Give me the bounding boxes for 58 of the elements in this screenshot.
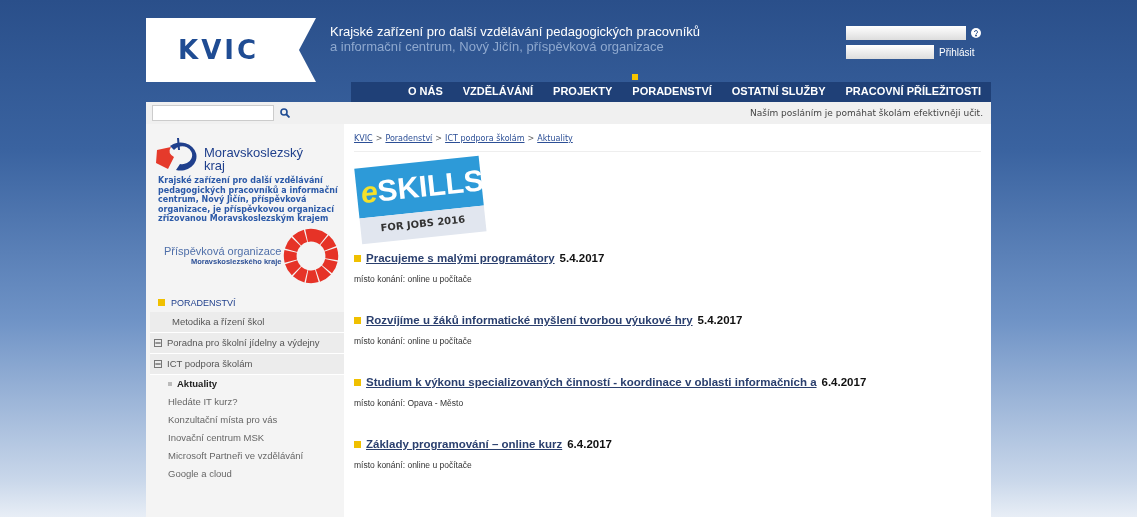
eskills-banner: e SKILLS FOR JOBS 2016 (354, 155, 487, 247)
breadcrumb-link[interactable]: Aktuality (537, 134, 573, 143)
nav-item[interactable]: PROJEKTY (543, 74, 623, 102)
help-icon[interactable] (971, 28, 981, 38)
submenu-item[interactable]: Aktuality (150, 374, 344, 393)
event-date: 6.4.2017 (821, 376, 867, 388)
submenu-item[interactable]: Google a cloud (150, 464, 344, 483)
organization-title: Krajské zařízení pro další vzdělávání pedagogických pracovníků (330, 24, 701, 39)
event-link[interactable]: Pracujeme s malými programátory (366, 252, 555, 264)
event-place: místo konání: online u počítače (354, 274, 473, 284)
bullet-icon (354, 316, 361, 324)
nav-item[interactable]: O NÁS (397, 74, 453, 102)
search-field[interactable] (152, 105, 274, 121)
nav-item[interactable]: PORADENSTVÍ (622, 74, 722, 102)
bullet-icon (354, 440, 361, 448)
event-link[interactable]: Studium k výkonu specializovaných činností - koordinace v oblasti informačních a (366, 376, 817, 388)
menu-item[interactable]: ICT podpora školám (150, 353, 344, 375)
nav-item[interactable]: PRACOVNÍ PŘÍLEŽITOSTI (835, 74, 991, 102)
event-place: místo konání: online u počítače (354, 460, 473, 470)
kvic-logo[interactable]: KVIC (146, 18, 316, 82)
badge-title: Příspěvková organizace (164, 245, 282, 257)
menu-title[interactable]: PORADENSTVÍ (171, 297, 236, 308)
collapse-icon[interactable] (154, 338, 162, 347)
event-date: 6.4.2017 (567, 438, 612, 450)
bullet-icon (354, 378, 361, 386)
collapse-icon[interactable] (154, 359, 162, 368)
search-icon[interactable] (280, 108, 290, 118)
username-field[interactable] (846, 26, 966, 40)
submenu-item[interactable]: Konzultační místa pro vás (150, 410, 344, 429)
nav-item[interactable]: VZDĚLÁVÁNÍ (452, 74, 544, 102)
event-link[interactable]: Rozvíjíme u žáků informatické myšlení tvorbou výukové hry (366, 314, 693, 326)
event-date: 5.4.2017 (559, 252, 605, 264)
region-name: kraj (204, 159, 225, 172)
event-place: místo konání: online u počítače (354, 336, 473, 346)
menu-item[interactable]: Metodika a řízení škol (150, 311, 344, 333)
breadcrumb-separator: > (375, 134, 383, 143)
breadcrumb-link[interactable]: Poradenství (385, 134, 433, 143)
submenu-item[interactable]: Inovační centrum MSK (150, 428, 344, 447)
slogan: Naším posláním je pomáhat školám efektivněji učit. (750, 108, 983, 118)
nav-item[interactable]: OSTATNÍ SLUŽBY (721, 74, 836, 102)
breadcrumb-separator: > (435, 134, 443, 143)
password-field[interactable] (846, 45, 934, 59)
event-date: 5.4.2017 (697, 314, 743, 326)
event-link[interactable]: Základy programování – online kurz (366, 438, 563, 450)
login-button[interactable]: Přihlásit (939, 46, 975, 58)
breadcrumb-separator: > (527, 134, 535, 143)
region-name: Moravskoslezský (204, 146, 303, 159)
submenu-item[interactable]: Microsoft Partneři ve vzdělávání (150, 446, 344, 465)
submenu-item[interactable]: Hledáte IT kurz? (150, 392, 344, 411)
organization-description: Krajské zařízení pro další vzdělávání pedagogických pracovníků a informační centrum, Nový Jičín, příspěvková organizace, je příspěvkovou organizací zřizovanou Moravskoslezským krajem (157, 174, 339, 224)
bullet-icon (158, 299, 165, 306)
ring-icon (283, 227, 340, 284)
event-place: místo konání: Opava - Město (354, 398, 465, 408)
breadcrumb-link[interactable]: ICT podpora školám (445, 134, 525, 143)
organization-subtitle: a informační centrum, Nový Jičín, příspěvková organizace (330, 39, 665, 54)
menu-item[interactable]: Poradna pro školní jídelny a výdejny (150, 332, 344, 354)
bullet-icon (354, 254, 361, 262)
breadcrumb-link[interactable]: KVIC (354, 134, 373, 143)
